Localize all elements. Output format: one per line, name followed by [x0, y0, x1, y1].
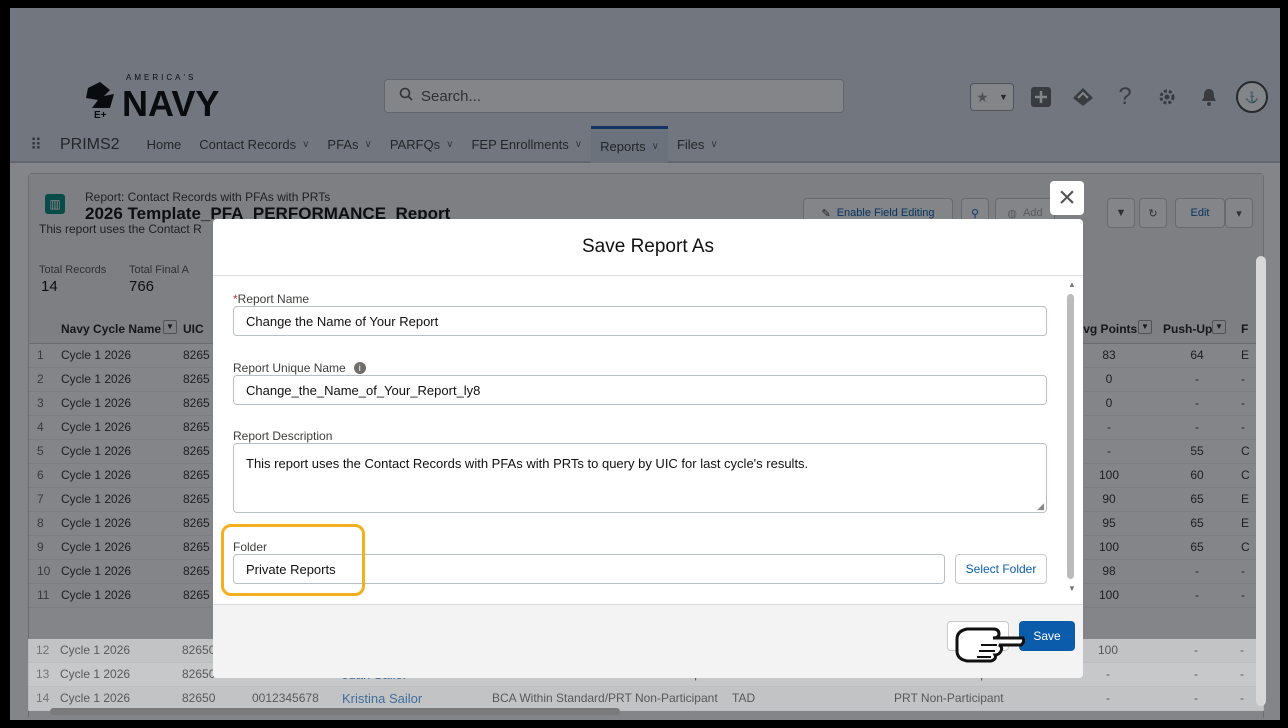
- table-cell: -: [1106, 691, 1110, 705]
- resize-handle-icon[interactable]: ◢: [1037, 501, 1044, 512]
- table-cell: PRT Non-Participant: [894, 691, 1004, 705]
- input-value: This report uses the Contact Records wit…: [246, 456, 809, 471]
- table-cell: -: [1194, 667, 1198, 681]
- scroll-down-icon[interactable]: ▼: [1068, 584, 1076, 593]
- table-cell: 13: [36, 667, 50, 681]
- table-cell: 100: [1097, 643, 1119, 657]
- table-cell: -: [1240, 691, 1244, 705]
- report-name-input[interactable]: Change the Name of Your Report: [233, 306, 1047, 336]
- label-text: Report Unique Name: [233, 361, 346, 375]
- dialog-scrollbar[interactable]: ▲ ▼: [1065, 276, 1079, 604]
- record-link[interactable]: Kristina Sailor: [342, 691, 422, 706]
- close-symbol: ×: [1058, 181, 1076, 214]
- table-cell: 0012345678: [252, 691, 319, 705]
- dialog-footer: Save: [213, 604, 1083, 678]
- scroll-thumb[interactable]: [1067, 294, 1074, 579]
- report-description-textarea[interactable]: This report uses the Contact Records wit…: [233, 443, 1047, 513]
- report-unique-name-input[interactable]: Change_the_Name_of_Your_Report_ly8: [233, 375, 1047, 405]
- horizontal-scrollbar[interactable]: [50, 708, 620, 715]
- save-button[interactable]: Save: [1019, 621, 1075, 651]
- report-description-label: Report Description: [233, 429, 333, 443]
- table-cell: 82650: [182, 643, 216, 657]
- table-cell: Cycle 1 2026: [60, 643, 131, 657]
- dialog-title: Save Report As: [581, 236, 715, 257]
- input-value: Change the Name of Your Report: [246, 313, 439, 329]
- table-cell: 82650: [182, 691, 216, 705]
- table-cell: Cycle 1 2026: [60, 691, 131, 705]
- table-cell: 12: [36, 643, 50, 657]
- table-cell: -: [1194, 691, 1198, 705]
- info-icon[interactable]: i: [353, 362, 366, 374]
- select-folder-button[interactable]: Select Folder: [955, 554, 1047, 584]
- close-icon[interactable]: ×: [1050, 181, 1084, 215]
- table-cell: 14: [36, 691, 50, 705]
- button-label: Select Folder: [965, 562, 1037, 576]
- table-cell: BCA Within Standard/PRT Non-Participant: [492, 691, 718, 705]
- input-value: Change_the_Name_of_Your_Report_ly8: [246, 382, 481, 398]
- button-label: Save: [1033, 629, 1061, 643]
- app-frame: E+ AMERICA'S NAVY Search... ★▼ ?: [10, 8, 1280, 720]
- table-cell: -: [1194, 643, 1198, 657]
- table-scrollbar[interactable]: [1256, 256, 1266, 706]
- dialog-header: Save Report As: [213, 219, 1083, 276]
- table-cell: 82650: [182, 667, 216, 681]
- table-cell: -: [1240, 667, 1244, 681]
- table-cell: TAD: [732, 691, 756, 705]
- report-unique-name-label: Report Unique Name i: [233, 361, 366, 375]
- label-text: Report Name: [237, 292, 310, 306]
- save-report-dialog: Save Report As *Report Name Change the N…: [213, 219, 1083, 678]
- dialog-body: *Report Name Change the Name of Your Rep…: [213, 276, 1083, 604]
- scroll-up-icon[interactable]: ▲: [1068, 280, 1076, 289]
- table-cell: Cycle 1 2026: [60, 667, 131, 681]
- pointing-hand-icon: [953, 619, 1026, 663]
- table-cell: -: [1240, 643, 1244, 657]
- table-cell: -: [1106, 667, 1110, 681]
- folder-highlight: [221, 524, 365, 596]
- report-name-label: *Report Name: [233, 292, 309, 306]
